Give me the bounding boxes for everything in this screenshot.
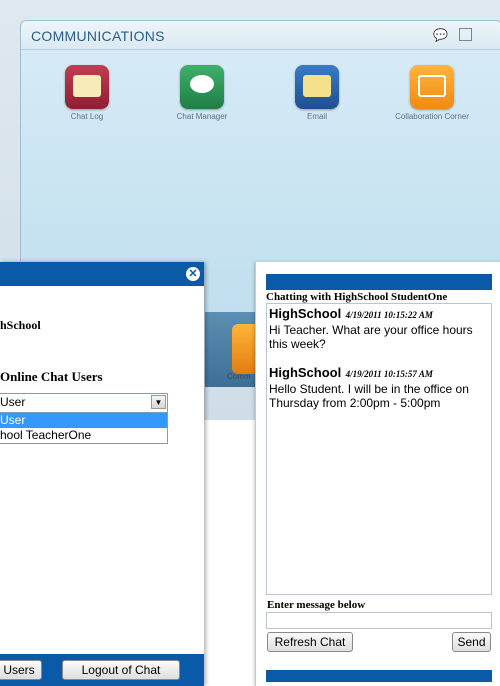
message-timestamp: 4/19/2011 10:15:22 AM xyxy=(345,310,433,320)
message-text: Hi Teacher. What are your office hours t… xyxy=(269,323,473,351)
dialog-titlebar: ✕ xyxy=(0,262,204,286)
dropdown-option[interactable]: User xyxy=(0,413,167,428)
app-label: Collaboration Corner xyxy=(395,112,469,121)
speech-bubble-icon[interactable]: 💬 xyxy=(433,28,448,42)
message-text: Hello Student. I will be in the office o… xyxy=(269,382,469,410)
enter-message-label: Enter message below xyxy=(267,599,366,611)
online-users-dropdown: User hool TeacherOne xyxy=(0,412,168,444)
communications-title: COMMUNICATIONS xyxy=(31,28,165,44)
users-button[interactable]: Users xyxy=(0,660,42,680)
message-input[interactable] xyxy=(266,612,492,629)
current-user-name: hSchool xyxy=(0,318,41,332)
chat-manager-dialog: ✕ hSchool Online Chat Users User ▼ User … xyxy=(0,262,204,686)
envelope-icon xyxy=(295,65,339,109)
communications-header: COMMUNICATIONS 💬 xyxy=(21,21,500,50)
online-users-select[interactable]: User ▼ xyxy=(0,393,168,413)
dialog-footer: Users Logout of Chat xyxy=(0,654,204,686)
dropdown-option[interactable]: hool TeacherOne xyxy=(0,428,167,443)
select-value: User xyxy=(0,395,26,409)
logout-button[interactable]: Logout of Chat xyxy=(62,660,180,680)
app-chat-log[interactable]: Chat Log xyxy=(47,65,127,122)
chat-log[interactable]: HighSchool 4/19/2011 10:15:22 AM Hi Teac… xyxy=(266,303,492,595)
app-chat-manager[interactable]: Chat Manager xyxy=(162,65,242,122)
app-label: Chat Manager xyxy=(176,112,228,121)
chat-message: HighSchool 4/19/2011 10:15:57 AM Hello S… xyxy=(267,363,491,410)
chat-log-icon xyxy=(65,65,109,109)
chat-header: Chatting with HighSchool StudentOne xyxy=(266,291,448,303)
chat-footer-bar xyxy=(266,670,492,682)
collaboration-icon xyxy=(410,65,454,109)
chat-bubbles-icon xyxy=(180,65,224,109)
chevron-down-icon[interactable]: ▼ xyxy=(151,395,166,409)
app-collaboration-corner[interactable]: Collaboration Corner xyxy=(392,65,472,122)
message-timestamp: 4/19/2011 10:15:57 AM xyxy=(345,369,433,379)
app-email[interactable]: Email xyxy=(277,65,357,122)
close-icon[interactable]: ✕ xyxy=(186,267,200,281)
message-sender: HighSchool xyxy=(269,306,342,321)
chat-window: Chatting with HighSchool StudentOne High… xyxy=(255,262,500,686)
chat-message: HighSchool 4/19/2011 10:15:22 AM Hi Teac… xyxy=(267,304,491,351)
dock-label: Comm xyxy=(227,372,251,381)
chat-titlebar xyxy=(266,274,492,290)
window-icon[interactable] xyxy=(459,28,472,41)
refresh-chat-button[interactable]: Refresh Chat xyxy=(267,632,353,652)
message-sender: HighSchool xyxy=(269,365,342,380)
online-users-heading: Online Chat Users xyxy=(0,369,103,384)
app-label: Chat Log xyxy=(70,112,104,121)
send-button[interactable]: Send xyxy=(452,632,491,652)
app-label: Email xyxy=(306,112,327,121)
